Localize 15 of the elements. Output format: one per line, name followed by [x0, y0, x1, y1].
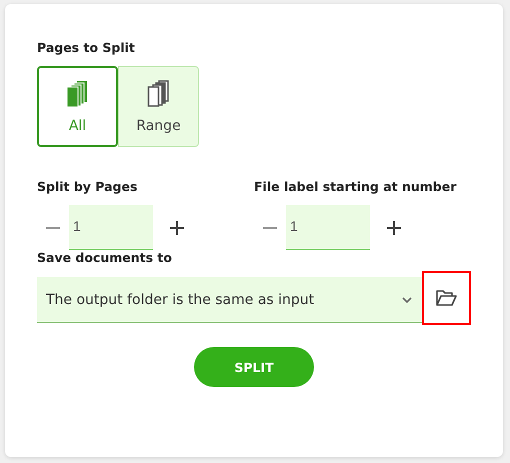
pages-stack-icon [146, 80, 172, 108]
output-folder-dropdown[interactable]: The output folder is the same as input [37, 277, 422, 323]
plus-icon[interactable] [386, 220, 402, 236]
folder-open-button[interactable] [422, 271, 471, 325]
page-option-button[interactable]: All [37, 66, 118, 147]
page-option-button[interactable]: Range [118, 66, 199, 147]
field-label: Split by Pages [37, 179, 138, 194]
field-label: Save documents to [37, 250, 172, 265]
section-label: Pages to Split [37, 40, 135, 55]
folder-open-icon [435, 289, 458, 307]
plus-icon[interactable] [169, 220, 185, 236]
number-input-field[interactable]: 1 [286, 205, 370, 250]
chevron-down-icon [402, 296, 412, 302]
number-input-field[interactable]: 1 [69, 205, 153, 250]
field-label: File label starting at number [254, 179, 456, 194]
